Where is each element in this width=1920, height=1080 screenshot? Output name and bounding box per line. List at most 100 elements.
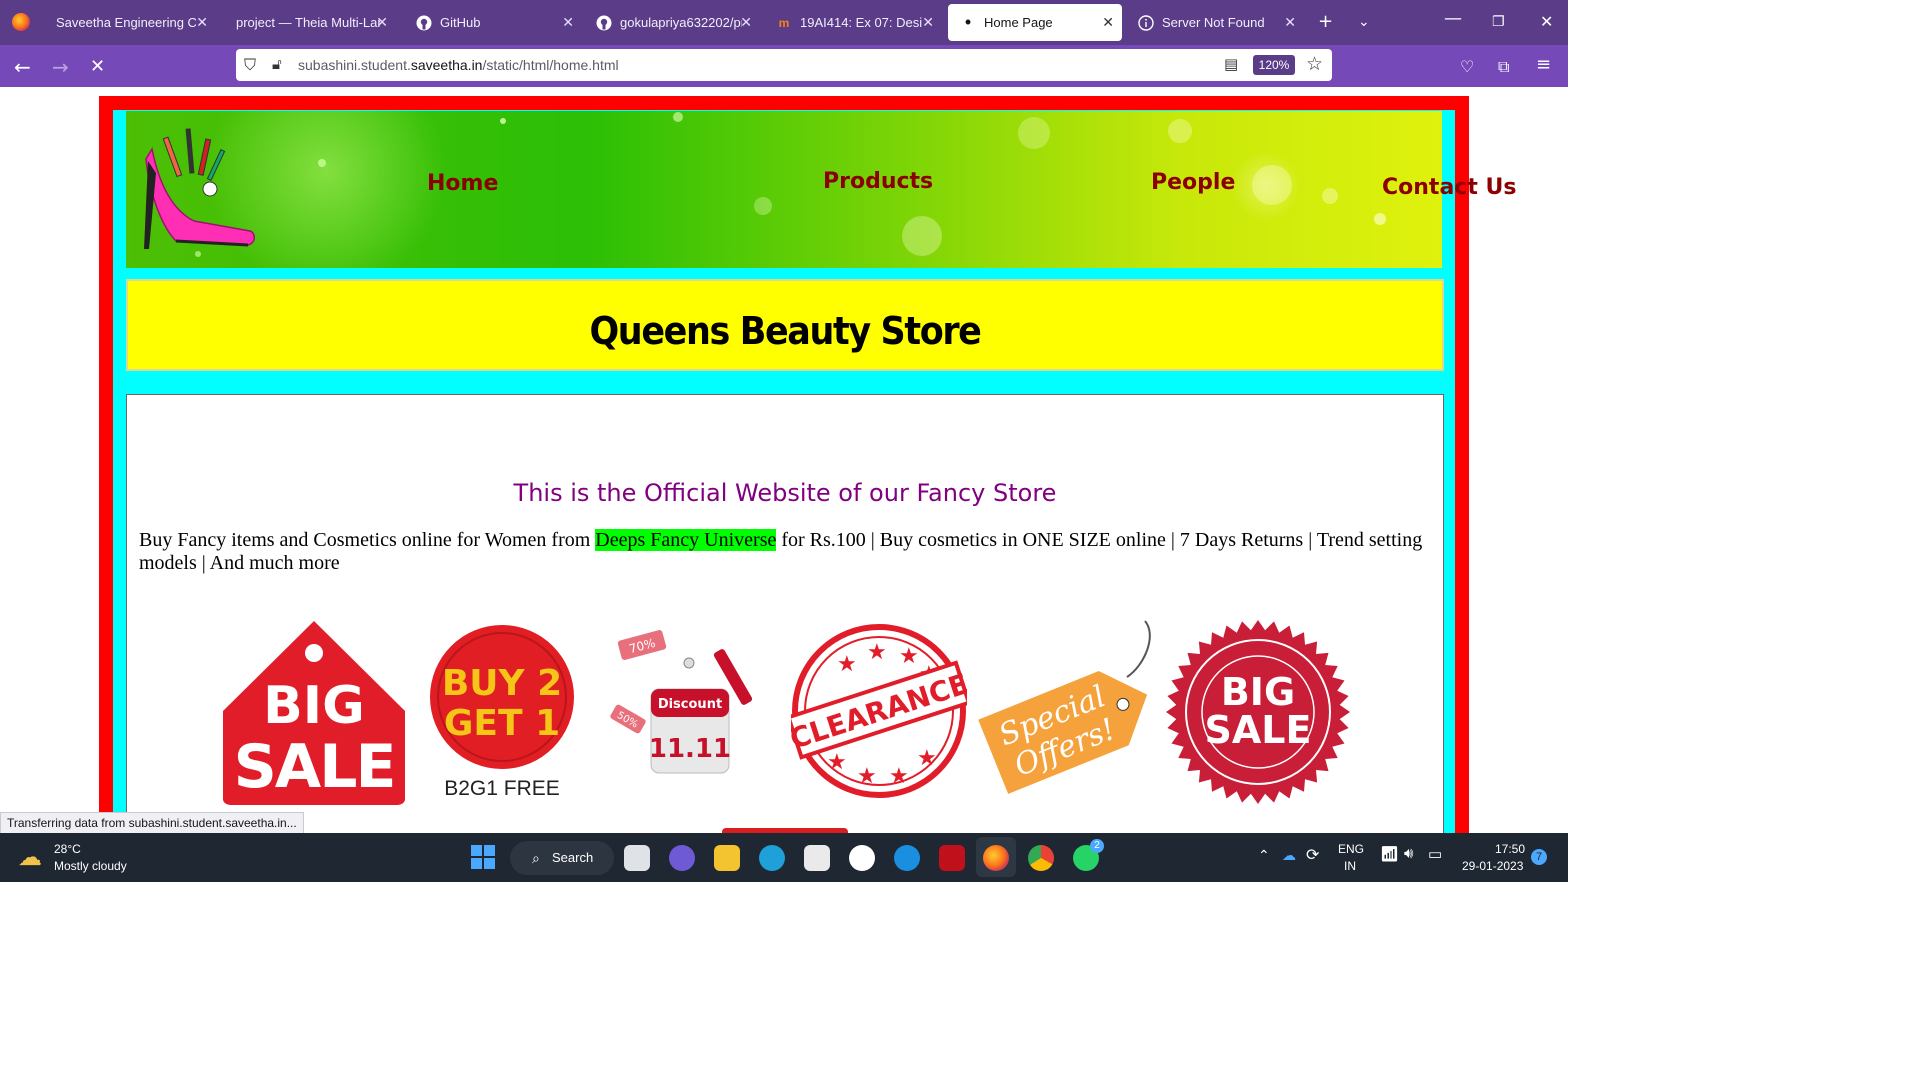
clock-time[interactable]: 17:50 xyxy=(1495,842,1525,856)
whatsapp-badge: 2 xyxy=(1090,839,1104,853)
zoom-indicator[interactable]: 120% xyxy=(1253,55,1295,75)
teams-chat-icon[interactable] xyxy=(669,845,695,871)
highlighted-store-name: Deeps Fancy Universe xyxy=(595,529,777,551)
close-icon[interactable]: ✕ xyxy=(740,14,752,31)
tab-moodle[interactable]: m 19AI414: Ex 07: Design ✕ xyxy=(764,4,942,41)
minimize-icon[interactable]: — xyxy=(1444,8,1462,29)
nav-people-link[interactable]: People xyxy=(1151,170,1235,195)
main-content: This is the Official Website of our Fanc… xyxy=(126,394,1444,856)
clearance-stamp-image: ★★★★ ★★★★ CLEARANCE xyxy=(791,624,967,798)
tab-github-repo[interactable]: gokulapriya632202/pr ✕ xyxy=(584,4,760,41)
close-icon[interactable]: ✕ xyxy=(1284,14,1296,31)
url-path: /static/html/home.html xyxy=(482,57,619,73)
store-title: Queens Beauty Store xyxy=(589,309,981,353)
wifi-icon[interactable]: 📶︎ xyxy=(1380,845,1399,863)
bokeh-decoration xyxy=(195,112,1386,257)
stop-loading-icon[interactable]: ✕ xyxy=(90,56,105,77)
close-window-icon[interactable]: ✕ xyxy=(1540,12,1553,31)
close-icon[interactable]: ✕ xyxy=(562,14,574,31)
tab-label: GitHub xyxy=(440,15,481,30)
svg-text:★: ★ xyxy=(857,764,877,789)
pocket-icon[interactable]: ♡ xyxy=(1460,57,1474,76)
battery-icon[interactable]: ▭ xyxy=(1428,845,1442,863)
store-title-box: Queens Beauty Store xyxy=(126,279,1444,371)
extensions-icon[interactable]: ⧉ xyxy=(1498,57,1509,77)
intro-text-start: Buy Fancy items and Cosmetics online for… xyxy=(139,529,596,551)
mcafee-icon[interactable] xyxy=(939,845,965,871)
b2g1-caption: B2G1 FREE xyxy=(444,777,560,800)
discount-calendar-image: 70% 50% Discount 11.11 xyxy=(610,630,753,774)
bookmark-star-icon[interactable]: ☆ xyxy=(1306,53,1323,75)
weather-desc[interactable]: Mostly cloudy xyxy=(54,859,127,873)
tab-server-not-found[interactable]: Server Not Found ✕ xyxy=(1126,4,1304,41)
svg-text:★: ★ xyxy=(899,644,919,669)
tab-home-page[interactable]: • Home Page ✕ xyxy=(948,4,1122,41)
onedrive-icon[interactable]: ☁ xyxy=(1282,847,1296,864)
lock-icon[interactable]: 🔓︎ xyxy=(272,55,282,73)
sync-icon[interactable]: ⟳ xyxy=(1306,845,1319,865)
nav-products-link[interactable]: Products xyxy=(823,169,933,194)
reader-view-icon[interactable]: ▤ xyxy=(1224,55,1238,73)
forward-icon[interactable]: → xyxy=(52,55,69,79)
tab-theia[interactable]: project — Theia Multi-Lan ✕ xyxy=(224,4,396,41)
big-sale-seal-image: BIG SALE xyxy=(1166,620,1350,804)
tab-label: Saveetha Engineering Colle xyxy=(56,15,196,30)
help-icon[interactable] xyxy=(894,845,920,871)
new-tab-icon[interactable]: + xyxy=(1318,11,1333,32)
windows-taskbar: ☁ 28°C Mostly cloudy ⌕ Search 2 ⌃ ☁ ⟳ EN… xyxy=(0,833,1568,882)
browser-status-bar: Transferring data from subashini.student… xyxy=(0,812,304,835)
shield-icon[interactable]: ⛉ xyxy=(244,55,256,75)
show-hidden-icons[interactable]: ⌃ xyxy=(1258,847,1270,864)
file-explorer-icon[interactable] xyxy=(714,845,740,871)
buy2-text: BUY 2 xyxy=(442,663,562,704)
get1-text: GET 1 xyxy=(444,703,560,744)
edge-icon[interactable] xyxy=(759,845,785,871)
volume-icon[interactable]: 🔊︎ xyxy=(1404,845,1413,862)
language-region[interactable]: IN xyxy=(1344,859,1356,873)
github-icon xyxy=(596,15,612,31)
nav-contact-link[interactable]: Contact Us xyxy=(1382,175,1516,200)
list-tabs-icon[interactable]: ⌄ xyxy=(1358,14,1370,30)
clock-date[interactable]: 29-01-2023 xyxy=(1462,859,1523,873)
tab-github[interactable]: GitHub ✕ xyxy=(404,4,582,41)
address-bar[interactable]: ⛉ 🔓︎ subashini.student.saveetha.in/stati… xyxy=(236,49,1332,81)
big-sale-tag-line1: BIG xyxy=(263,676,365,736)
url-text[interactable]: subashini.student.saveetha.in/static/htm… xyxy=(298,57,619,73)
github-desktop-icon[interactable] xyxy=(849,845,875,871)
browser-tab-bar: Saveetha Engineering Colle ✕ project — T… xyxy=(0,0,1568,45)
microsoft-store-icon[interactable] xyxy=(804,845,830,871)
tab-saveetha[interactable]: Saveetha Engineering Colle ✕ xyxy=(44,4,216,41)
language-primary[interactable]: ENG xyxy=(1338,842,1364,856)
github-icon xyxy=(416,15,432,31)
tab-label: 19AI414: Ex 07: Design xyxy=(800,15,922,30)
svg-text:★: ★ xyxy=(867,640,887,665)
menu-icon[interactable]: ≡ xyxy=(1536,54,1551,75)
back-icon[interactable]: ← xyxy=(14,55,31,79)
moodle-icon: m xyxy=(778,15,790,30)
loading-dot-icon: • xyxy=(964,12,972,32)
notification-badge[interactable]: 7 xyxy=(1531,849,1547,865)
discount-label: Discount xyxy=(658,697,722,712)
close-icon[interactable]: ✕ xyxy=(376,14,388,31)
chrome-icon[interactable] xyxy=(1028,845,1054,871)
start-icon[interactable] xyxy=(471,845,495,869)
tab-label: Server Not Found xyxy=(1162,15,1265,30)
firefox-taskbar-icon[interactable] xyxy=(983,845,1009,871)
close-icon[interactable]: ✕ xyxy=(1102,14,1114,31)
high-heel-logo xyxy=(144,128,255,249)
intro-paragraph: Buy Fancy items and Cosmetics online for… xyxy=(139,529,1429,575)
close-icon[interactable]: ✕ xyxy=(922,14,934,31)
task-view-icon[interactable] xyxy=(624,845,650,871)
nav-home-link[interactable]: Home xyxy=(427,171,498,196)
official-website-heading: This is the Official Website of our Fanc… xyxy=(513,479,1057,507)
special-offers-tag-image: Special Offers! xyxy=(978,620,1151,794)
restore-icon[interactable]: ❐ xyxy=(1492,14,1505,30)
buy2-get1-image: BUY 2 GET 1 B2G1 FREE xyxy=(430,625,574,800)
weather-icon[interactable]: ☁ xyxy=(18,843,42,872)
firefox-icon[interactable] xyxy=(12,13,30,31)
tab-label: gokulapriya632202/pr xyxy=(620,15,742,30)
taskbar-search[interactable]: ⌕ Search xyxy=(510,841,614,875)
weather-temp[interactable]: 28°C xyxy=(54,842,81,856)
close-icon[interactable]: ✕ xyxy=(196,14,208,31)
svg-text:★: ★ xyxy=(889,764,909,789)
